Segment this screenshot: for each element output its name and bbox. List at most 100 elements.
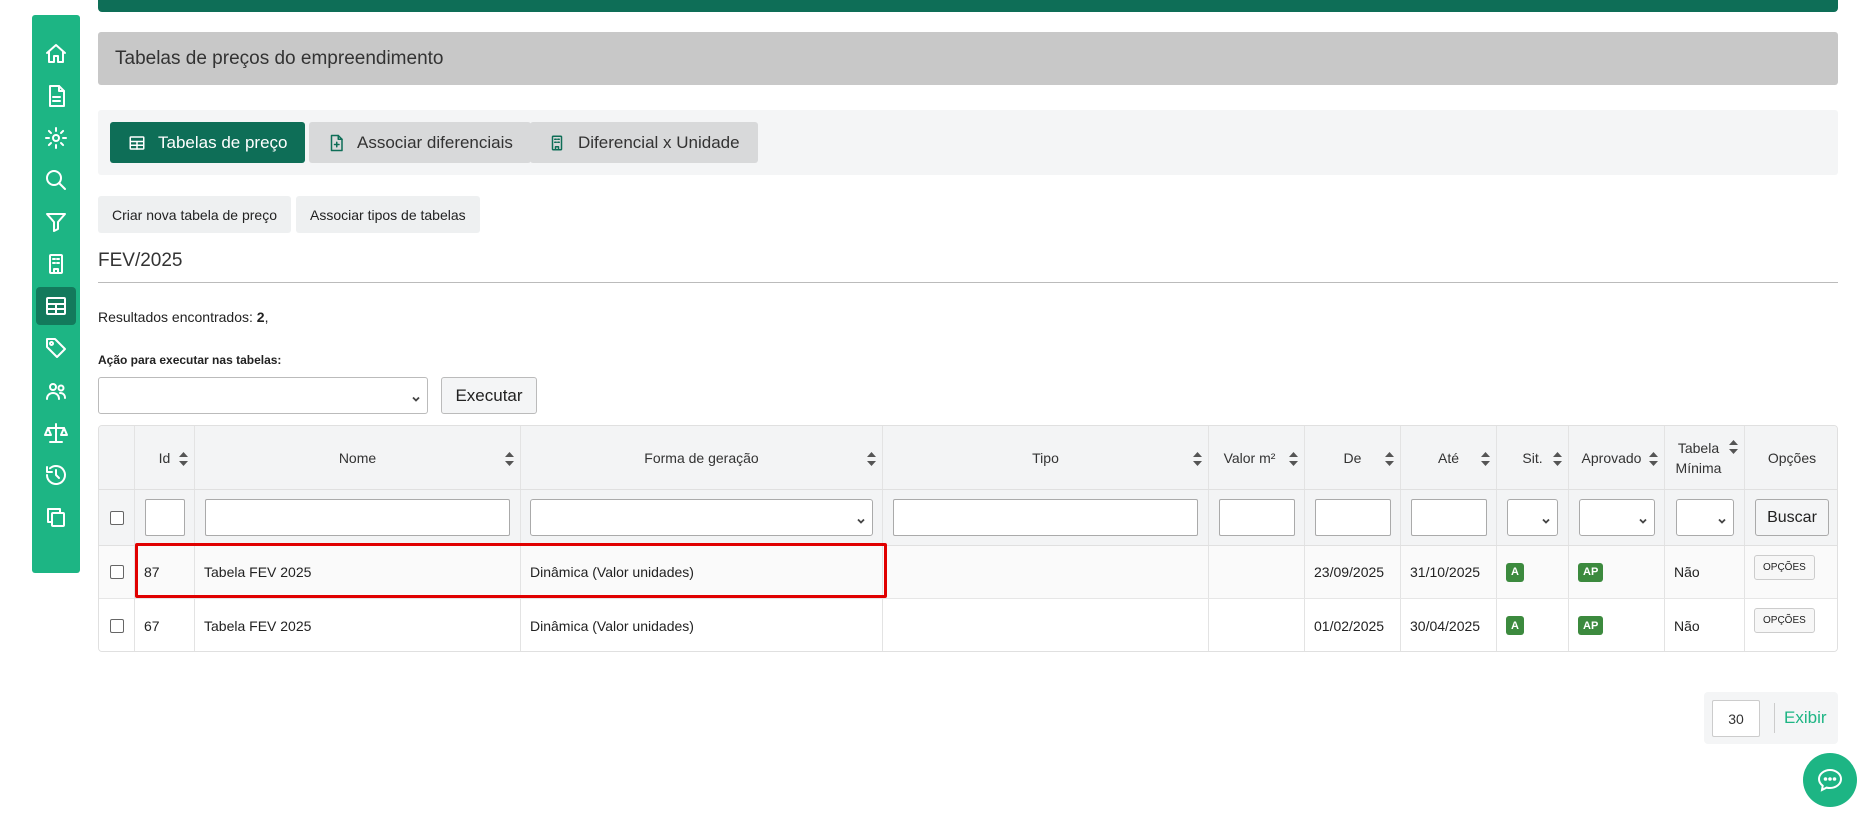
sidebar-item-legal[interactable] — [36, 414, 76, 452]
column-header-minima[interactable]: Tabela Mínima — [1665, 426, 1745, 489]
column-header-valor[interactable]: Valor m² — [1209, 426, 1305, 489]
sort-icon — [1729, 439, 1738, 454]
sidebar — [32, 15, 80, 573]
column-header-tipo[interactable]: Tipo — [883, 426, 1209, 489]
sidebar-item-settings[interactable] — [36, 119, 76, 157]
building-icon — [49, 254, 63, 274]
filter-aprovado-select[interactable] — [1578, 499, 1655, 536]
sidebar-item-price-tables[interactable] — [36, 287, 76, 325]
filter-forma-select[interactable] — [530, 499, 873, 536]
filter-cell: Buscar — [1745, 490, 1837, 545]
row-select-cell — [99, 599, 135, 651]
table-row[interactable]: 87 Tabela FEV 2025 Dinâmica (Valor unida… — [99, 546, 1837, 599]
sort-icon — [867, 451, 876, 466]
price-tables-table: Id Nome Forma de geração Tipo Valor m² D… — [98, 425, 1838, 652]
chevron-down-icon — [411, 391, 421, 402]
table-row[interactable]: 67 Tabela FEV 2025 Dinâmica (Valor unida… — [99, 599, 1837, 651]
row-checkbox[interactable] — [109, 565, 124, 579]
sidebar-item-filter[interactable] — [36, 203, 76, 241]
bulk-action-select[interactable] — [98, 377, 428, 414]
sidebar-item-history[interactable] — [36, 456, 76, 494]
sidebar-item-search[interactable] — [36, 161, 76, 199]
cell-opcoes: OPÇÕES — [1745, 546, 1837, 598]
create-price-table-button[interactable]: Criar nova tabela de preço — [98, 196, 291, 233]
cell-minima: Não — [1665, 599, 1745, 651]
filter-id-input[interactable] — [144, 499, 185, 536]
column-header-nome[interactable]: Nome — [195, 426, 521, 489]
filter-tipo-input[interactable] — [893, 499, 1198, 536]
page: Tabelas de preços do empreendimento Tabe… — [0, 0, 1870, 817]
sort-icon — [505, 451, 514, 466]
filter-de-input[interactable] — [1314, 499, 1391, 536]
tab-associate-differentials[interactable]: Associar diferenciais — [309, 122, 531, 163]
cell-sit: A — [1497, 599, 1569, 651]
chevron-down-icon — [1638, 513, 1648, 524]
filter-ate-input[interactable] — [1410, 499, 1487, 536]
show-link[interactable]: Exibir — [1784, 708, 1827, 728]
execute-button[interactable]: Executar — [441, 377, 537, 414]
filter-cell — [1665, 490, 1745, 545]
cell-id: 67 — [135, 599, 195, 651]
tab-price-tables[interactable]: Tabelas de preço — [110, 122, 306, 163]
pagination: 30 Exibir — [1704, 692, 1838, 744]
search-button[interactable]: Buscar — [1755, 499, 1829, 536]
divider — [98, 282, 1838, 283]
scale-icon — [44, 423, 68, 443]
select-all-checkbox[interactable] — [109, 510, 124, 525]
sidebar-item-home[interactable] — [36, 35, 76, 73]
document-icon — [49, 85, 65, 107]
filter-cell — [1401, 490, 1497, 545]
column-header-ate[interactable]: Até — [1401, 426, 1497, 489]
cell-forma: Dinâmica (Valor unidades) — [521, 546, 883, 598]
divider — [1774, 703, 1775, 733]
row-select-cell — [99, 546, 135, 598]
filter-icon — [46, 213, 66, 232]
tab-differential-unit[interactable]: Diferencial x Unidade — [530, 122, 758, 163]
home-icon — [46, 44, 66, 63]
sort-icon — [1553, 451, 1562, 466]
sort-icon — [1385, 451, 1394, 466]
table-icon — [46, 297, 66, 315]
cell-id: 87 — [135, 546, 195, 598]
filter-cell — [1305, 490, 1401, 545]
cell-aprovado: AP — [1569, 546, 1665, 598]
column-header-de[interactable]: De — [1305, 426, 1401, 489]
cell-nome: Tabela FEV 2025 — [195, 599, 521, 651]
chevron-down-icon — [1717, 513, 1727, 524]
filter-cell — [1569, 490, 1665, 545]
status-badge: A — [1506, 616, 1524, 635]
filter-valor-input[interactable] — [1218, 499, 1295, 536]
cell-valor — [1209, 599, 1305, 651]
associate-table-types-button[interactable]: Associar tipos de tabelas — [296, 196, 480, 233]
table-icon — [129, 135, 145, 150]
row-options-button[interactable]: OPÇÕES — [1754, 555, 1815, 580]
column-header-id[interactable]: Id — [135, 426, 195, 489]
filter-cell — [883, 490, 1209, 545]
sidebar-item-tags[interactable] — [36, 329, 76, 367]
sidebar-item-buildings[interactable] — [36, 245, 76, 283]
page-title: Tabelas de preços do empreendimento — [115, 47, 444, 69]
approved-badge: AP — [1578, 562, 1604, 582]
chat-icon — [1817, 768, 1843, 792]
filter-minima-select[interactable] — [1675, 499, 1734, 536]
sort-icon — [179, 451, 188, 466]
cell-aprovado: AP — [1569, 599, 1665, 651]
column-header-aprovado[interactable]: Aprovado — [1569, 426, 1665, 489]
sidebar-item-documents[interactable] — [36, 77, 76, 115]
section-title: FEV/2025 — [98, 250, 183, 271]
column-header-forma[interactable]: Forma de geração — [521, 426, 883, 489]
results-suffix: , — [264, 309, 269, 325]
cell-tipo — [883, 546, 1209, 598]
sidebar-item-users[interactable] — [36, 372, 76, 410]
filter-sit-select[interactable] — [1507, 499, 1558, 536]
results-number: 2 — [256, 309, 265, 325]
sort-icon — [1481, 451, 1490, 466]
chat-button[interactable] — [1803, 753, 1857, 807]
column-header-sit[interactable]: Sit. — [1497, 426, 1569, 489]
row-checkbox[interactable] — [109, 618, 124, 633]
results-label: Resultados encontrados: — [98, 309, 253, 325]
row-options-button[interactable]: OPÇÕES — [1754, 608, 1815, 633]
per-page-input[interactable]: 30 — [1712, 700, 1760, 737]
sidebar-item-copy[interactable] — [36, 498, 76, 536]
filter-nome-input[interactable] — [205, 499, 510, 536]
